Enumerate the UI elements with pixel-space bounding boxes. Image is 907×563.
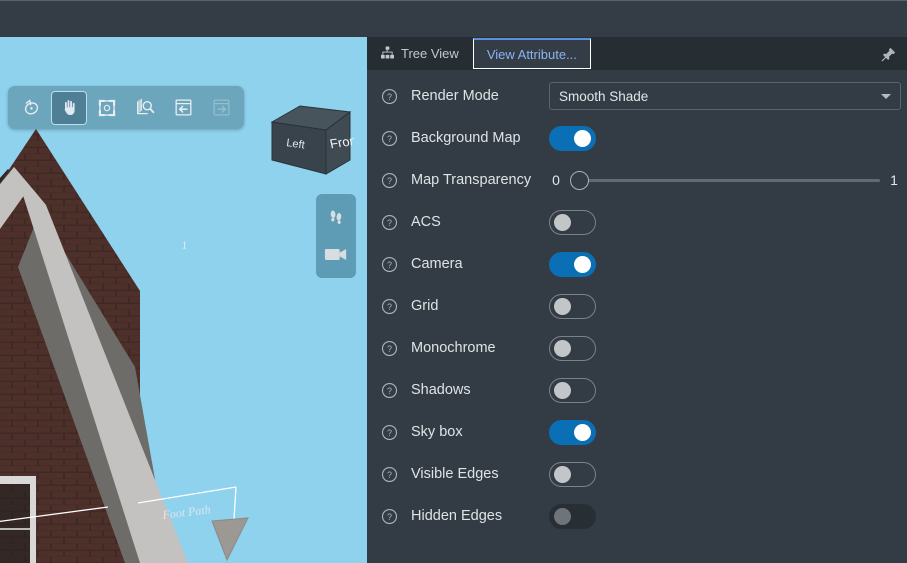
tab-tree-view[interactable]: Tree View	[367, 37, 473, 70]
3d-viewport[interactable]: 1 Foot Path Left Front	[0, 37, 367, 563]
render-mode-value: Smooth Shade	[559, 88, 649, 104]
slider-handle[interactable]	[570, 170, 589, 190]
panel-tab-strip: Tree View View Attribute...	[367, 37, 907, 70]
help-icon[interactable]: ?	[381, 214, 398, 231]
zoom-window-icon[interactable]	[127, 91, 163, 125]
help-icon[interactable]: ?	[381, 298, 398, 315]
orbit-icon[interactable]	[13, 91, 49, 125]
property-label-camera: Camera	[411, 256, 463, 272]
property-list: ? Render Mode Smooth Shade ? Background …	[367, 70, 907, 537]
help-icon[interactable]: ?	[381, 424, 398, 441]
render-mode-dropdown[interactable]: Smooth Shade	[549, 82, 901, 110]
property-label-shadows: Shadows	[411, 382, 471, 398]
background-map-toggle[interactable]	[549, 125, 596, 151]
navigation-toolbar	[8, 86, 244, 129]
property-row-camera: ? Camera	[367, 243, 907, 285]
view-cube-front-label: Front	[328, 132, 354, 151]
help-icon[interactable]: ?	[381, 88, 398, 105]
hierarchy-icon	[381, 45, 394, 62]
svg-text:?: ?	[387, 385, 392, 395]
toggle-knob	[554, 297, 571, 315]
property-row-sky-box: ? Sky box	[367, 411, 907, 453]
property-label-visible-edges: Visible Edges	[411, 466, 499, 482]
property-label-monochrome: Monochrome	[411, 340, 496, 356]
svg-text:?: ?	[387, 175, 392, 185]
shadows-toggle[interactable]	[549, 377, 596, 403]
property-row-grid: ? Grid	[367, 285, 907, 327]
svg-text:?: ?	[387, 259, 392, 269]
view-tools-panel	[316, 194, 356, 278]
toggle-knob	[554, 507, 571, 525]
slider-track-area[interactable]	[570, 169, 880, 191]
walk-mode-icon[interactable]	[321, 204, 351, 232]
property-label-acs: ACS	[411, 214, 441, 230]
help-icon[interactable]: ?	[381, 130, 398, 147]
zoom-extents-icon[interactable]	[89, 91, 125, 125]
property-row-monochrome: ? Monochrome	[367, 327, 907, 369]
previous-view-icon[interactable]	[165, 91, 201, 125]
property-row-background-map: ? Background Map	[367, 117, 907, 159]
property-label-map-transparency: Map Transparency	[411, 172, 532, 188]
view-cube[interactable]: Left Front	[266, 98, 354, 182]
view-attribute-panel: Tree View View Attribute... ? Render Mod…	[367, 37, 907, 563]
help-icon[interactable]: ?	[381, 466, 398, 483]
application-window: 1 Foot Path Left Front Tree View View At…	[0, 0, 907, 563]
svg-text:?: ?	[387, 427, 392, 437]
svg-text:?: ?	[387, 217, 392, 227]
toggle-knob	[554, 213, 571, 231]
pushpin-icon[interactable]	[876, 42, 900, 66]
property-row-acs: ? ACS	[367, 201, 907, 243]
tab-tree-view-label: Tree View	[401, 46, 459, 61]
property-row-hidden-edges: ? Hidden Edges	[367, 495, 907, 537]
visible-edges-toggle[interactable]	[549, 461, 596, 487]
help-icon[interactable]: ?	[381, 508, 398, 525]
property-label-grid: Grid	[411, 298, 439, 314]
property-label-render-mode: Render Mode	[411, 88, 499, 104]
grid-toggle[interactable]	[549, 293, 596, 319]
property-row-map-transparency: ? Map Transparency 0 1	[367, 159, 907, 201]
camera-icon[interactable]	[321, 240, 351, 268]
svg-text:?: ?	[387, 133, 392, 143]
slider-max-label: 1	[890, 172, 898, 188]
property-label-background-map: Background Map	[411, 130, 521, 146]
camera-toggle[interactable]	[549, 251, 596, 277]
map-transparency-slider[interactable]: 0 1	[549, 169, 901, 191]
acs-toggle[interactable]	[549, 209, 596, 235]
slider-min-label: 0	[552, 172, 560, 188]
svg-text:?: ?	[387, 343, 392, 353]
next-view-icon[interactable]	[203, 91, 239, 125]
property-label-hidden-edges: Hidden Edges	[411, 508, 503, 524]
help-icon[interactable]: ?	[381, 256, 398, 273]
toggle-knob	[574, 129, 591, 147]
help-icon[interactable]: ?	[381, 340, 398, 357]
property-row-render-mode: ? Render Mode Smooth Shade	[367, 75, 907, 117]
toggle-knob	[574, 255, 591, 273]
chevron-down-icon	[881, 93, 891, 99]
help-icon[interactable]: ?	[381, 172, 398, 189]
pan-hand-icon[interactable]	[51, 90, 87, 125]
toggle-knob	[554, 339, 571, 357]
hidden-edges-toggle	[549, 503, 596, 529]
svg-text:?: ?	[387, 469, 392, 479]
property-row-shadows: ? Shadows	[367, 369, 907, 411]
svg-text:?: ?	[387, 511, 392, 521]
svg-text:1: 1	[181, 239, 188, 252]
view-cube-left-label: Left	[286, 137, 306, 151]
window-title-bar	[0, 0, 907, 37]
toggle-knob	[574, 423, 591, 441]
help-icon[interactable]: ?	[381, 382, 398, 399]
slider-track	[586, 178, 880, 182]
toggle-knob	[554, 381, 571, 399]
toggle-knob	[554, 465, 571, 483]
property-row-visible-edges: ? Visible Edges	[367, 453, 907, 495]
property-label-sky-box: Sky box	[411, 424, 463, 440]
sky-box-toggle[interactable]	[549, 419, 596, 445]
svg-text:?: ?	[387, 91, 392, 101]
svg-text:Foot Path: Foot Path	[161, 502, 212, 522]
tab-view-attribute[interactable]: View Attribute...	[472, 38, 591, 69]
svg-text:?: ?	[387, 301, 392, 311]
tab-view-attribute-label: View Attribute...	[486, 46, 577, 62]
monochrome-toggle[interactable]	[549, 335, 596, 361]
